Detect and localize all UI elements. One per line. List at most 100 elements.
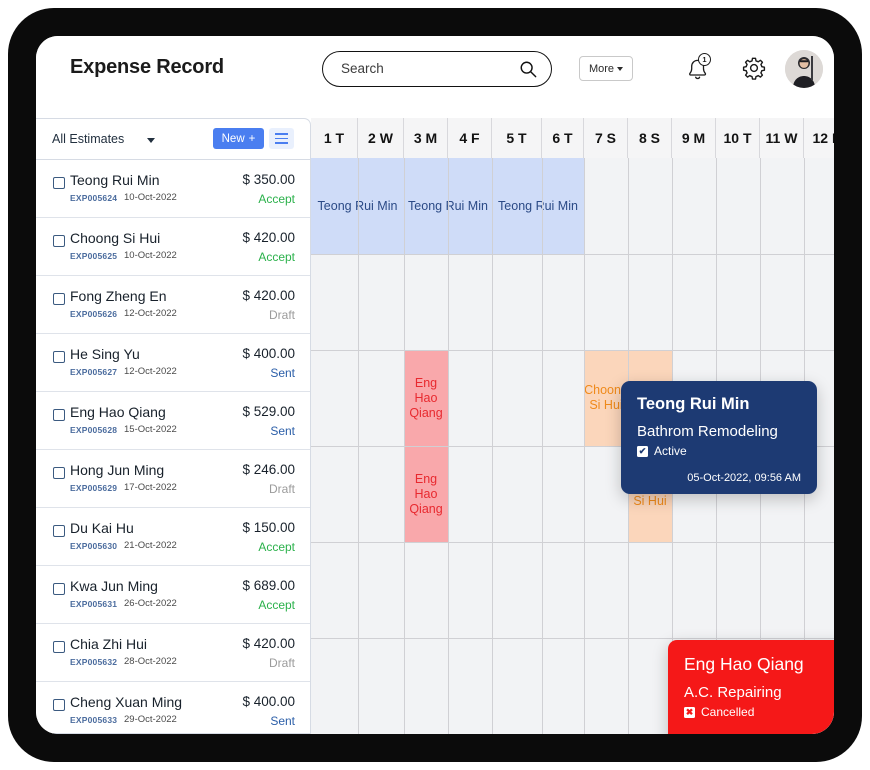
grid-line (311, 638, 834, 639)
estimate-date: 10-Oct-2022 (124, 250, 177, 261)
page-title: Expense Record (70, 56, 224, 78)
event-card-status: ✖ Cancelled (684, 705, 834, 719)
calendar-day-header-cell[interactable]: 10 T (716, 118, 760, 158)
estimate-amount: $ 420.00 (242, 288, 295, 303)
estimate-code: EXP005633 (70, 715, 118, 725)
estimate-code: EXP005630 (70, 541, 118, 551)
status-badge: Accept (258, 598, 295, 612)
notifications-button[interactable]: 1 (684, 53, 712, 84)
more-dropdown-button[interactable]: More (579, 56, 633, 81)
avatar[interactable] (785, 50, 823, 88)
calendar-day-header-cell[interactable]: 4 F (448, 118, 492, 158)
chevron-down-icon (617, 66, 624, 71)
calendar-day-header-cell[interactable]: 12 F (804, 118, 834, 158)
event-card-description: A.C. Repairing (684, 684, 782, 701)
tablet-device-frame: Expense Record More 1 (8, 8, 862, 762)
estimate-code: EXP005631 (70, 599, 118, 609)
all-estimates-filter[interactable]: All Estimates (52, 132, 124, 146)
calendar-event[interactable]: Eng Hao Qiang (404, 350, 448, 446)
calendar-day-header-cell[interactable]: 1 T (311, 118, 358, 158)
calendar-day-header-cell[interactable]: 5 T (492, 118, 542, 158)
estimate-name: Teong Rui Min (70, 172, 160, 188)
avatar-photo (785, 50, 823, 88)
more-label: More (588, 62, 615, 75)
top-bar: Expense Record More 1 (36, 36, 834, 110)
estimate-amount: $ 400.00 (242, 346, 295, 361)
row-checkbox[interactable] (53, 583, 65, 595)
calendar-day-header-cell[interactable]: 9 M (672, 118, 716, 158)
list-item[interactable]: He Sing Yu EXP005627 12-Oct-2022 $ 400.00 Se… (36, 334, 310, 392)
status-badge: Draft (268, 308, 295, 322)
estimate-amount: $ 400.00 (242, 694, 295, 709)
notification-badge: 1 (698, 53, 711, 66)
estimate-code: EXP005624 (70, 193, 118, 203)
list-item[interactable]: Chia Zhi Hui EXP005632 28-Oct-2022 $ 420.00… (36, 624, 310, 682)
status-badge: Sent (270, 366, 295, 380)
row-checkbox[interactable] (53, 351, 65, 363)
estimate-amount: $ 529.00 (242, 404, 295, 419)
list-item[interactable]: Teong Rui Min EXP005624 10-Oct-2022 $ 350.0… (36, 160, 310, 218)
estimate-name: Chia Zhi Hui (70, 636, 148, 652)
app-screen: Expense Record More 1 (36, 36, 834, 734)
list-view-button[interactable] (269, 128, 294, 149)
status-badge: Draft (268, 482, 295, 496)
estimate-name: Choong Si Hui (70, 230, 161, 246)
calendar-day-header-cell[interactable]: 2 W (358, 118, 404, 158)
estimate-date: 28-Oct-2022 (124, 656, 177, 667)
row-checkbox[interactable] (53, 293, 65, 305)
list-view-icon-line (275, 137, 288, 140)
list-view-icon-line (275, 133, 288, 136)
calendar-event[interactable]: Teong Rui Min (492, 158, 584, 254)
search-icon[interactable] (519, 60, 537, 78)
row-checkbox[interactable] (53, 699, 65, 711)
list-item[interactable]: Kwa Jun Ming EXP005631 26-Oct-2022 $ 689.00… (36, 566, 310, 624)
estimate-amount: $ 689.00 (242, 578, 295, 593)
list-item[interactable]: Choong Si Hui EXP005625 10-Oct-2022 $ 420.0… (36, 218, 310, 276)
event-card-teong-rui-min[interactable]: Teong Rui Min Bathrom Remodeling ✔ Activ… (621, 381, 817, 494)
search-box[interactable] (322, 51, 552, 87)
estimate-name: Fong Zheng En (70, 288, 167, 304)
chevron-down-icon[interactable] (147, 138, 155, 143)
cross-icon: ✖ (684, 706, 695, 718)
row-checkbox[interactable] (53, 525, 65, 537)
estimate-code: EXP005626 (70, 309, 118, 319)
estimate-date: 15-Oct-2022 (124, 424, 177, 435)
search-input[interactable] (341, 52, 511, 85)
estimate-name: Kwa Jun Ming (70, 578, 158, 594)
estimate-amount: $ 350.00 (242, 172, 295, 187)
calendar-day-header-cell[interactable]: 6 T (542, 118, 584, 158)
calendar-day-header-cell[interactable]: 8 S (628, 118, 672, 158)
list-item[interactable]: Cheng Xuan Ming EXP005633 29-Oct-2022 $ 400… (36, 682, 310, 733)
estimates-list[interactable]: Teong Rui Min EXP005624 10-Oct-2022 $ 350.0… (36, 160, 310, 733)
estimate-date: 26-Oct-2022 (124, 598, 177, 609)
calendar-day-header-cell[interactable]: 3 M (404, 118, 448, 158)
calendar-day-header-cell[interactable]: 7 S (584, 118, 628, 158)
estimate-code: EXP005627 (70, 367, 118, 377)
list-item[interactable]: Hong Jun Ming EXP005629 17-Oct-2022 $ 246.0… (36, 450, 310, 508)
estimate-date: 12-Oct-2022 (124, 308, 177, 319)
calendar-day-header-cell[interactable]: 11 W (760, 118, 804, 158)
list-item[interactable]: Du Kai Hu EXP005630 21-Oct-2022 $ 150.00 Acc… (36, 508, 310, 566)
status-badge: Accept (258, 540, 295, 554)
check-icon: ✔ (637, 445, 648, 457)
event-card-status: ✔ Active (637, 444, 801, 458)
new-estimate-button[interactable]: New + (213, 128, 264, 149)
row-checkbox[interactable] (53, 235, 65, 247)
row-checkbox[interactable] (53, 177, 65, 189)
event-card-eng-hao-qiang[interactable]: Eng Hao Qiang A.C. Repairing ✖ Cancelled… (668, 640, 834, 734)
estimate-date: 21-Oct-2022 (124, 540, 177, 551)
gear-icon[interactable] (741, 55, 767, 81)
row-checkbox[interactable] (53, 641, 65, 653)
estimate-amount: $ 420.00 (242, 636, 295, 651)
calendar-event[interactable]: Eng Hao Qiang (404, 446, 448, 542)
estimate-code: EXP005625 (70, 251, 118, 261)
estimate-date: 10-Oct-2022 (124, 192, 177, 203)
row-checkbox[interactable] (53, 409, 65, 421)
list-item[interactable]: Fong Zheng En EXP005626 12-Oct-2022 $ 420.0… (36, 276, 310, 334)
status-badge: Draft (268, 656, 295, 670)
list-view-icon-line (275, 141, 288, 144)
sidebar-header: All Estimates New + (36, 119, 310, 160)
row-checkbox[interactable] (53, 467, 65, 479)
list-item[interactable]: Eng Hao Qiang EXP005628 15-Oct-2022 $ 529.0… (36, 392, 310, 450)
estimate-date: 29-Oct-2022 (124, 714, 177, 725)
